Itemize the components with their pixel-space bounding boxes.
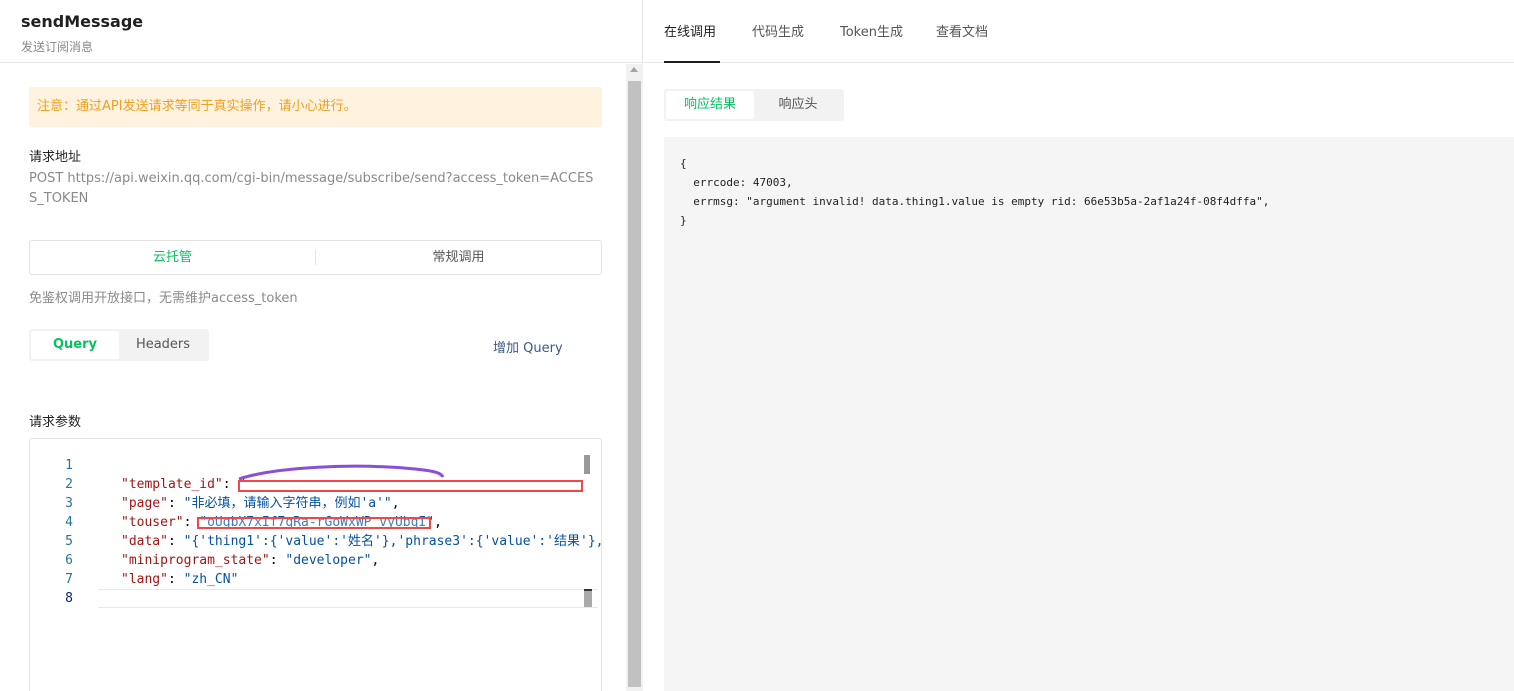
tab-response-result[interactable]: 响应结果	[666, 91, 754, 119]
json-key: "miniprogram_state"	[121, 553, 270, 568]
add-query-button[interactable]: 增加 Query	[493, 337, 563, 356]
request-url-title: 请求地址	[29, 150, 82, 165]
line-number: 4	[65, 515, 73, 530]
json-key: "page"	[121, 496, 168, 511]
json-comma: ,	[434, 515, 442, 530]
editor-scroll-thumb[interactable]	[584, 455, 590, 474]
response-body: { errcode: 47003, errmsg: "argument inva…	[664, 137, 1514, 691]
line-number: 6	[65, 553, 73, 568]
json-key: "touser"	[121, 515, 184, 530]
json-comma: ,	[391, 496, 400, 511]
redaction-box	[197, 517, 431, 529]
scribble-mark	[238, 464, 445, 481]
redaction-box	[238, 480, 583, 492]
code-line: "page": "非必填，请输入字符串，例如'a'",	[121, 496, 400, 511]
line-number: 2	[65, 477, 73, 492]
tab-online-call[interactable]: 在线调用	[664, 21, 716, 40]
warning-banner: 注意：通过API发送请求等同于真实操作，请小心进行。	[29, 87, 602, 127]
result-tabs: 响应结果 响应头	[664, 89, 844, 121]
json-key: "template_id"	[121, 477, 223, 492]
current-line-highlight	[98, 589, 598, 608]
tab-query[interactable]: Query	[31, 331, 119, 359]
json-comma: ,	[371, 553, 380, 568]
api-name: sendMessage	[21, 12, 144, 31]
line-number: 1	[65, 458, 73, 473]
json-key: "data"	[121, 534, 168, 549]
mode-regular-call[interactable]: 常规调用	[316, 241, 601, 274]
mode-hint: 免鉴权调用开放接口，无需维护access_token	[29, 291, 298, 306]
tab-view-docs[interactable]: 查看文档	[936, 21, 988, 40]
code-line: "miniprogram_state": "developer",	[121, 553, 380, 568]
scroll-thumb[interactable]	[628, 81, 641, 687]
param-tabs: Query Headers	[29, 329, 209, 361]
scroll-up-arrow-icon[interactable]	[630, 67, 638, 72]
editor-cursor-marker	[584, 589, 592, 607]
params-editor[interactable]: 1 2 3 4 5 6 7 8 "template_id": " "page":…	[29, 438, 602, 691]
api-description: 发送订阅消息	[21, 40, 94, 54]
tab-code-gen[interactable]: 代码生成	[752, 21, 804, 40]
line-number: 5	[65, 534, 73, 549]
code-line: "template_id": "	[121, 477, 247, 492]
params-title: 请求参数	[29, 415, 82, 430]
code-line: "data": "{'thing1':{'value':'姓名'},'phras…	[121, 534, 602, 549]
api-header: sendMessage 发送订阅消息	[0, 0, 643, 63]
tab-headers[interactable]: Headers	[119, 331, 207, 359]
json-value: "{'thing1':{'value':'姓名'},'phrase3':{'va…	[183, 534, 602, 549]
call-mode-switch: 云托管 常规调用	[29, 240, 602, 275]
tab-token-gen[interactable]: Token生成	[840, 21, 903, 40]
request-url: POST https://api.weixin.qq.com/cgi-bin/m…	[29, 171, 594, 206]
json-value: "developer"	[285, 553, 372, 568]
line-number: 8	[65, 591, 73, 606]
tab-response-headers[interactable]: 响应头	[754, 91, 842, 119]
json-value: "zh_CN"	[183, 572, 239, 587]
left-scrollbar[interactable]	[626, 64, 643, 691]
json-value: "非必填，请输入字符串，例如'a'"	[183, 496, 392, 511]
top-tab-bar: 在线调用 代码生成 Token生成 查看文档	[644, 0, 1514, 63]
active-tab-indicator	[664, 61, 720, 63]
right-pane: 在线调用 代码生成 Token生成 查看文档 响应结果 响应头 { errcod…	[644, 0, 1514, 691]
line-number: 3	[65, 496, 73, 511]
line-number: 7	[65, 572, 73, 587]
code-line: "lang": "zh_CN"	[121, 572, 239, 587]
left-pane: sendMessage 发送订阅消息 注意：通过API发送请求等同于真实操作，请…	[0, 0, 643, 691]
mode-cloud-hosting[interactable]: 云托管	[30, 241, 315, 274]
json-key: "lang"	[121, 572, 168, 587]
